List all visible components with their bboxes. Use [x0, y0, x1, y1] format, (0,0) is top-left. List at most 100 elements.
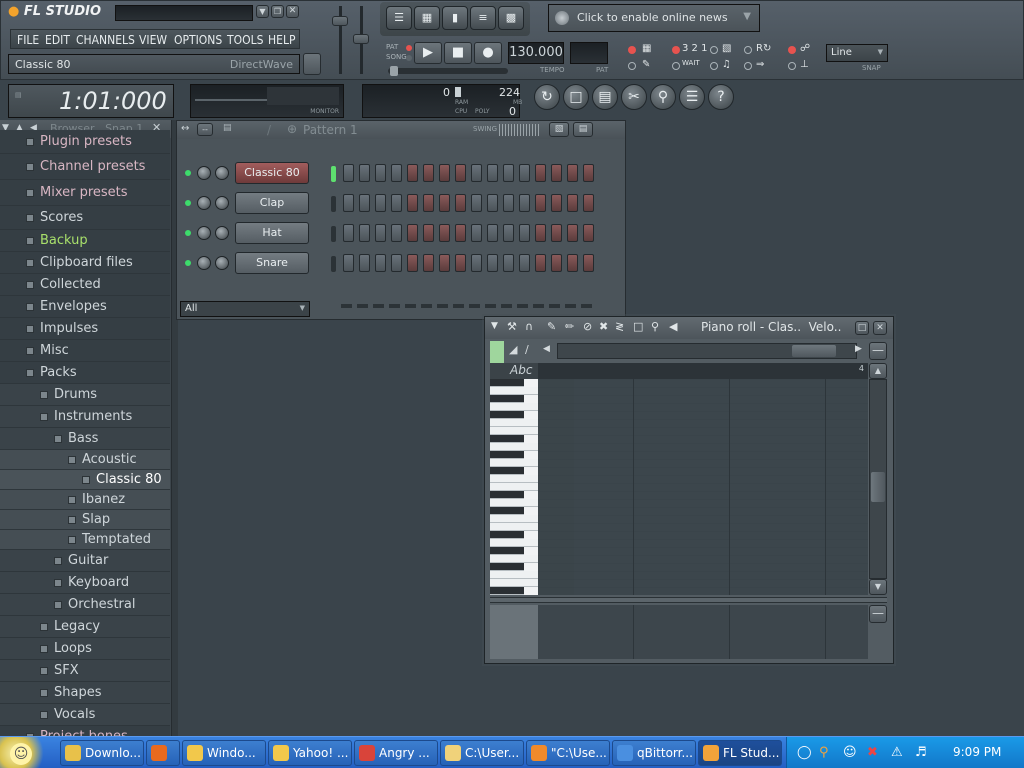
step-button[interactable] [375, 194, 386, 212]
step-button[interactable] [567, 194, 578, 212]
snapshot-led[interactable] [788, 62, 796, 70]
browser-item[interactable]: Keyboard [0, 572, 170, 594]
multilink-icon[interactable]: ⇒ [756, 59, 764, 70]
taskbar-button[interactable]: Downlo... [60, 740, 144, 766]
step-button[interactable] [375, 164, 386, 182]
step-button[interactable] [343, 164, 354, 182]
step-button[interactable] [407, 164, 418, 182]
window-options-icon[interactable]: ▤ [223, 123, 232, 133]
step-button[interactable] [423, 224, 434, 242]
channel-button[interactable]: Snare [235, 252, 309, 274]
channel-mute-led[interactable] [185, 260, 191, 266]
magnet-icon[interactable]: ∩ [525, 320, 533, 333]
taskbar-button[interactable]: FL Stud... [698, 740, 782, 766]
record-button[interactable]: ● [474, 42, 502, 64]
piano-key[interactable] [490, 515, 538, 523]
browser-item[interactable]: Slap [0, 510, 170, 530]
piano-key[interactable] [490, 459, 538, 467]
step-button[interactable] [359, 164, 370, 182]
step-button[interactable] [551, 254, 562, 272]
step-button[interactable] [455, 194, 466, 212]
browser-item[interactable]: Bass [0, 428, 170, 450]
browser-item[interactable]: Instruments [0, 406, 170, 428]
volume-icon[interactable]: ♬ [915, 745, 927, 760]
browser-item[interactable]: Scores [0, 206, 170, 230]
snapshot-icon[interactable]: ⊥ [800, 59, 809, 70]
taskbar-button[interactable] [146, 740, 180, 766]
wait-led[interactable] [672, 62, 680, 70]
piano-key[interactable] [490, 419, 538, 427]
info-icon[interactable]: ☰ [679, 84, 705, 110]
channel-select-indicator[interactable] [331, 256, 336, 272]
channel-mute-led[interactable] [185, 230, 191, 236]
loop-record-icon[interactable]: R↻ [756, 43, 771, 54]
menu-file[interactable]: FILE [17, 30, 39, 50]
song-position-slider[interactable] [388, 66, 508, 76]
piano-key[interactable] [490, 451, 524, 459]
start-button[interactable]: ☺ [0, 737, 52, 768]
step-button[interactable] [391, 254, 402, 272]
step-button[interactable] [407, 194, 418, 212]
draw-tool-icon[interactable]: ✎ [547, 320, 556, 333]
pattern-add-icon[interactable]: ⊕ [287, 122, 297, 136]
taskbar-button[interactable]: Angry ... [354, 740, 438, 766]
event-editor-area[interactable] [538, 605, 868, 659]
step-button[interactable] [503, 224, 514, 242]
step-button[interactable] [503, 254, 514, 272]
browser-item[interactable]: Channel presets [0, 154, 170, 180]
channel-button[interactable]: Clap [235, 192, 309, 214]
piano-key[interactable] [490, 395, 524, 403]
pattern-nav-icon[interactable]: / [267, 123, 271, 137]
piano-key[interactable] [490, 523, 538, 531]
maximize-icon[interactable]: □ [855, 321, 869, 335]
swing-slider[interactable] [499, 124, 539, 136]
browser-item[interactable]: Acoustic [0, 450, 170, 470]
browser-item[interactable]: Impulses [0, 318, 170, 340]
playback-tool-icon[interactable]: ◀ [669, 320, 677, 333]
help-icon[interactable]: ? [708, 84, 734, 110]
piano-key[interactable] [490, 555, 538, 563]
blend-led[interactable] [710, 46, 718, 54]
auto-scroll-led[interactable] [710, 62, 718, 70]
step-button[interactable] [471, 224, 482, 242]
menu-options[interactable]: OPTIONS [174, 30, 222, 50]
close-icon[interactable]: ✕ [873, 321, 887, 335]
step-button[interactable] [343, 194, 354, 212]
step-button[interactable] [343, 224, 354, 242]
horizontal-scrollbar[interactable] [557, 343, 857, 359]
vertical-scroll-thumb[interactable] [871, 472, 885, 502]
song-time-display[interactable]: ▤ 1:01:000 [8, 84, 174, 118]
step-button[interactable] [519, 224, 530, 242]
online-icon[interactable] [303, 53, 321, 75]
move-icon[interactable]: ↔ [181, 123, 189, 134]
horizontal-scroll-thumb[interactable] [792, 345, 836, 357]
news-bar[interactable]: Click to enable online news ▼ [548, 4, 760, 32]
loop-record-led[interactable] [744, 46, 752, 54]
piano-key[interactable] [490, 427, 538, 435]
step-button[interactable] [343, 254, 354, 272]
step-button[interactable] [423, 164, 434, 182]
browser-item[interactable]: Backup [0, 230, 170, 252]
save-as-icon[interactable]: ▤ [592, 84, 618, 110]
step-button[interactable] [471, 254, 482, 272]
taskbar-button[interactable]: Windo... [182, 740, 266, 766]
pattern-number-display[interactable] [570, 42, 608, 64]
menu-help[interactable]: HELP [268, 30, 295, 50]
taskbar-button[interactable]: qBittorr... [612, 740, 696, 766]
channel-button[interactable]: Classic 80 [235, 162, 309, 184]
browser-item[interactable]: SFX [0, 660, 170, 682]
step-button[interactable] [455, 254, 466, 272]
step-button[interactable] [487, 194, 498, 212]
piano-key[interactable] [490, 403, 538, 411]
step-button[interactable] [407, 254, 418, 272]
channel-mute-led[interactable] [185, 200, 191, 206]
step-button[interactable] [391, 194, 402, 212]
step-button[interactable] [567, 164, 578, 182]
count-icon[interactable]: 3 2 1 [682, 43, 707, 54]
channel-volume-knob[interactable] [215, 196, 229, 210]
pat-song-toggle[interactable]: PAT SONG [384, 42, 414, 64]
step-button[interactable] [583, 224, 594, 242]
master-pitch-slider[interactable] [352, 4, 370, 76]
scroll-up-icon[interactable]: ▲ [869, 363, 887, 379]
browser-item[interactable]: Classic 80 [0, 470, 170, 490]
